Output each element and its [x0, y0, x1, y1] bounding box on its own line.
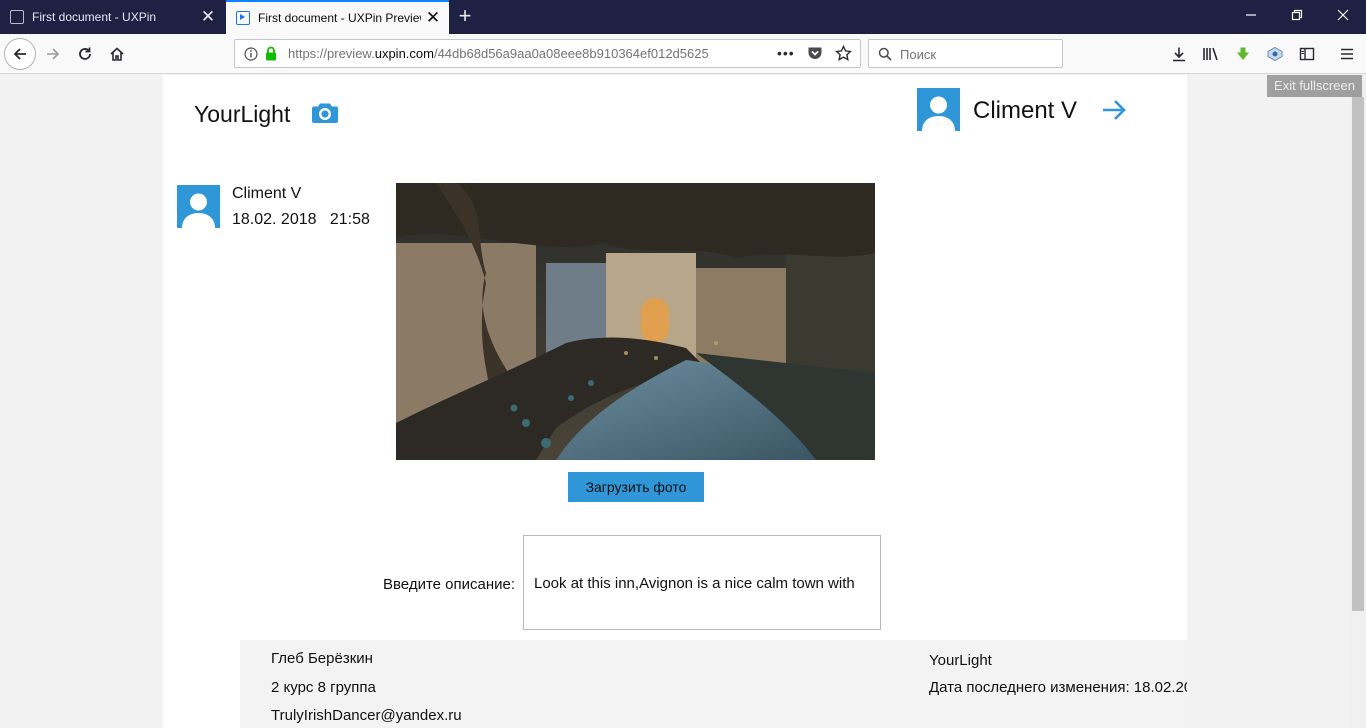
footer-email[interactable]: TrulyIrishDancer@yandex.ru: [271, 707, 462, 724]
close-icon: [1337, 9, 1349, 21]
page-icon: [10, 10, 24, 24]
new-tab-button[interactable]: +: [452, 4, 478, 30]
url-text[interactable]: https://preview.uxpin.com/44db68d56a9aa0…: [288, 46, 743, 61]
eye-extension-icon: [1267, 46, 1283, 62]
avatar: [177, 185, 220, 228]
download-icon: [1173, 47, 1185, 62]
user-icon: [922, 96, 955, 131]
forward-icon: [47, 48, 60, 60]
scrollbar-thumb[interactable]: [1352, 97, 1364, 611]
star-icon[interactable]: [835, 45, 852, 62]
description-text: Look at this inn,Avignon is a nice calm …: [534, 575, 855, 592]
brand-title[interactable]: YourLight: [194, 101, 290, 128]
close-icon[interactable]: ✕: [196, 7, 220, 27]
user-icon: [182, 193, 215, 228]
menu-button[interactable]: [1332, 39, 1362, 69]
tab-strip: First document - UXPin ✕ First document …: [0, 0, 1366, 34]
search-icon: [878, 47, 892, 61]
post-author: Climent V: [232, 185, 302, 202]
preview-icon: [236, 11, 250, 25]
eye-extension-button[interactable]: [1260, 39, 1290, 69]
tab-first-document[interactable]: First document - UXPin ✕: [0, 0, 224, 34]
back-icon: [13, 48, 26, 60]
forward-button[interactable]: [38, 39, 68, 69]
reload-button[interactable]: [70, 39, 100, 69]
url-domain: uxpin.com: [374, 46, 434, 61]
close-window-button[interactable]: [1320, 0, 1366, 34]
extension-icon: [1237, 47, 1249, 60]
menu-icon: [1341, 48, 1353, 60]
upload-photo-button[interactable]: Загрузить фото: [568, 472, 704, 502]
address-bar[interactable]: https://preview.uxpin.com/44db68d56a9aa0…: [234, 39, 861, 68]
post-photo: [396, 183, 875, 460]
tab-title: First document - UXPin: [32, 10, 157, 24]
restore-icon: [1291, 9, 1303, 21]
home-button[interactable]: [102, 39, 132, 69]
library-button[interactable]: [1196, 39, 1226, 69]
description-input[interactable]: Look at this inn,Avignon is a nice calm …: [523, 535, 881, 630]
post-date: 18.02. 2018 21:58: [232, 211, 370, 228]
info-icon[interactable]: [244, 47, 258, 61]
minimize-button[interactable]: [1228, 0, 1274, 34]
minimize-icon: [1246, 14, 1256, 16]
user-name[interactable]: Climent V: [973, 97, 1077, 125]
url-path: /44db68d56a9aa0a08eee8b910364ef012d5625: [433, 46, 709, 61]
arrow-right-icon[interactable]: [1101, 98, 1128, 122]
extension-button[interactable]: [1228, 39, 1258, 69]
home-icon: [110, 47, 124, 61]
reload-icon: [79, 47, 91, 60]
search-input[interactable]: Поиск: [900, 47, 936, 62]
footer-author-name: Глеб Берёзкин: [271, 650, 373, 667]
page-actions-button[interactable]: •••: [777, 45, 795, 61]
camera-icon[interactable]: [311, 101, 339, 124]
tab-first-document-preview[interactable]: First document - UXPin Preview ✕: [226, 0, 449, 34]
sidebar-icon: [1299, 47, 1315, 61]
tab-title: First document - UXPin Preview: [258, 11, 421, 25]
restore-button[interactable]: [1274, 0, 1320, 34]
avatar[interactable]: [917, 88, 960, 131]
footer-last-modified: Дата последнего изменения: 18.02.2018: [929, 679, 1187, 696]
footer-site-name: YourLight: [929, 652, 992, 669]
sidebar-button[interactable]: [1292, 39, 1322, 69]
back-button[interactable]: [4, 38, 36, 70]
exit-fullscreen-button[interactable]: Exit fullscreen: [1267, 75, 1362, 97]
footer: Глеб Берёзкин 2 курс 8 группа TrulyIrish…: [240, 640, 1187, 728]
downloads-button[interactable]: [1164, 39, 1194, 69]
search-bar[interactable]: Поиск: [868, 39, 1063, 68]
close-icon[interactable]: ✕: [421, 8, 445, 28]
url-prefix: https://preview.: [288, 46, 375, 61]
library-icon: [1203, 47, 1218, 61]
pocket-icon[interactable]: [807, 46, 823, 61]
lock-icon[interactable]: [264, 46, 278, 61]
footer-group: 2 курс 8 группа: [271, 679, 376, 696]
navigation-toolbar: https://preview.uxpin.com/44db68d56a9aa0…: [0, 34, 1366, 74]
description-label: Введите описание:: [383, 576, 516, 593]
